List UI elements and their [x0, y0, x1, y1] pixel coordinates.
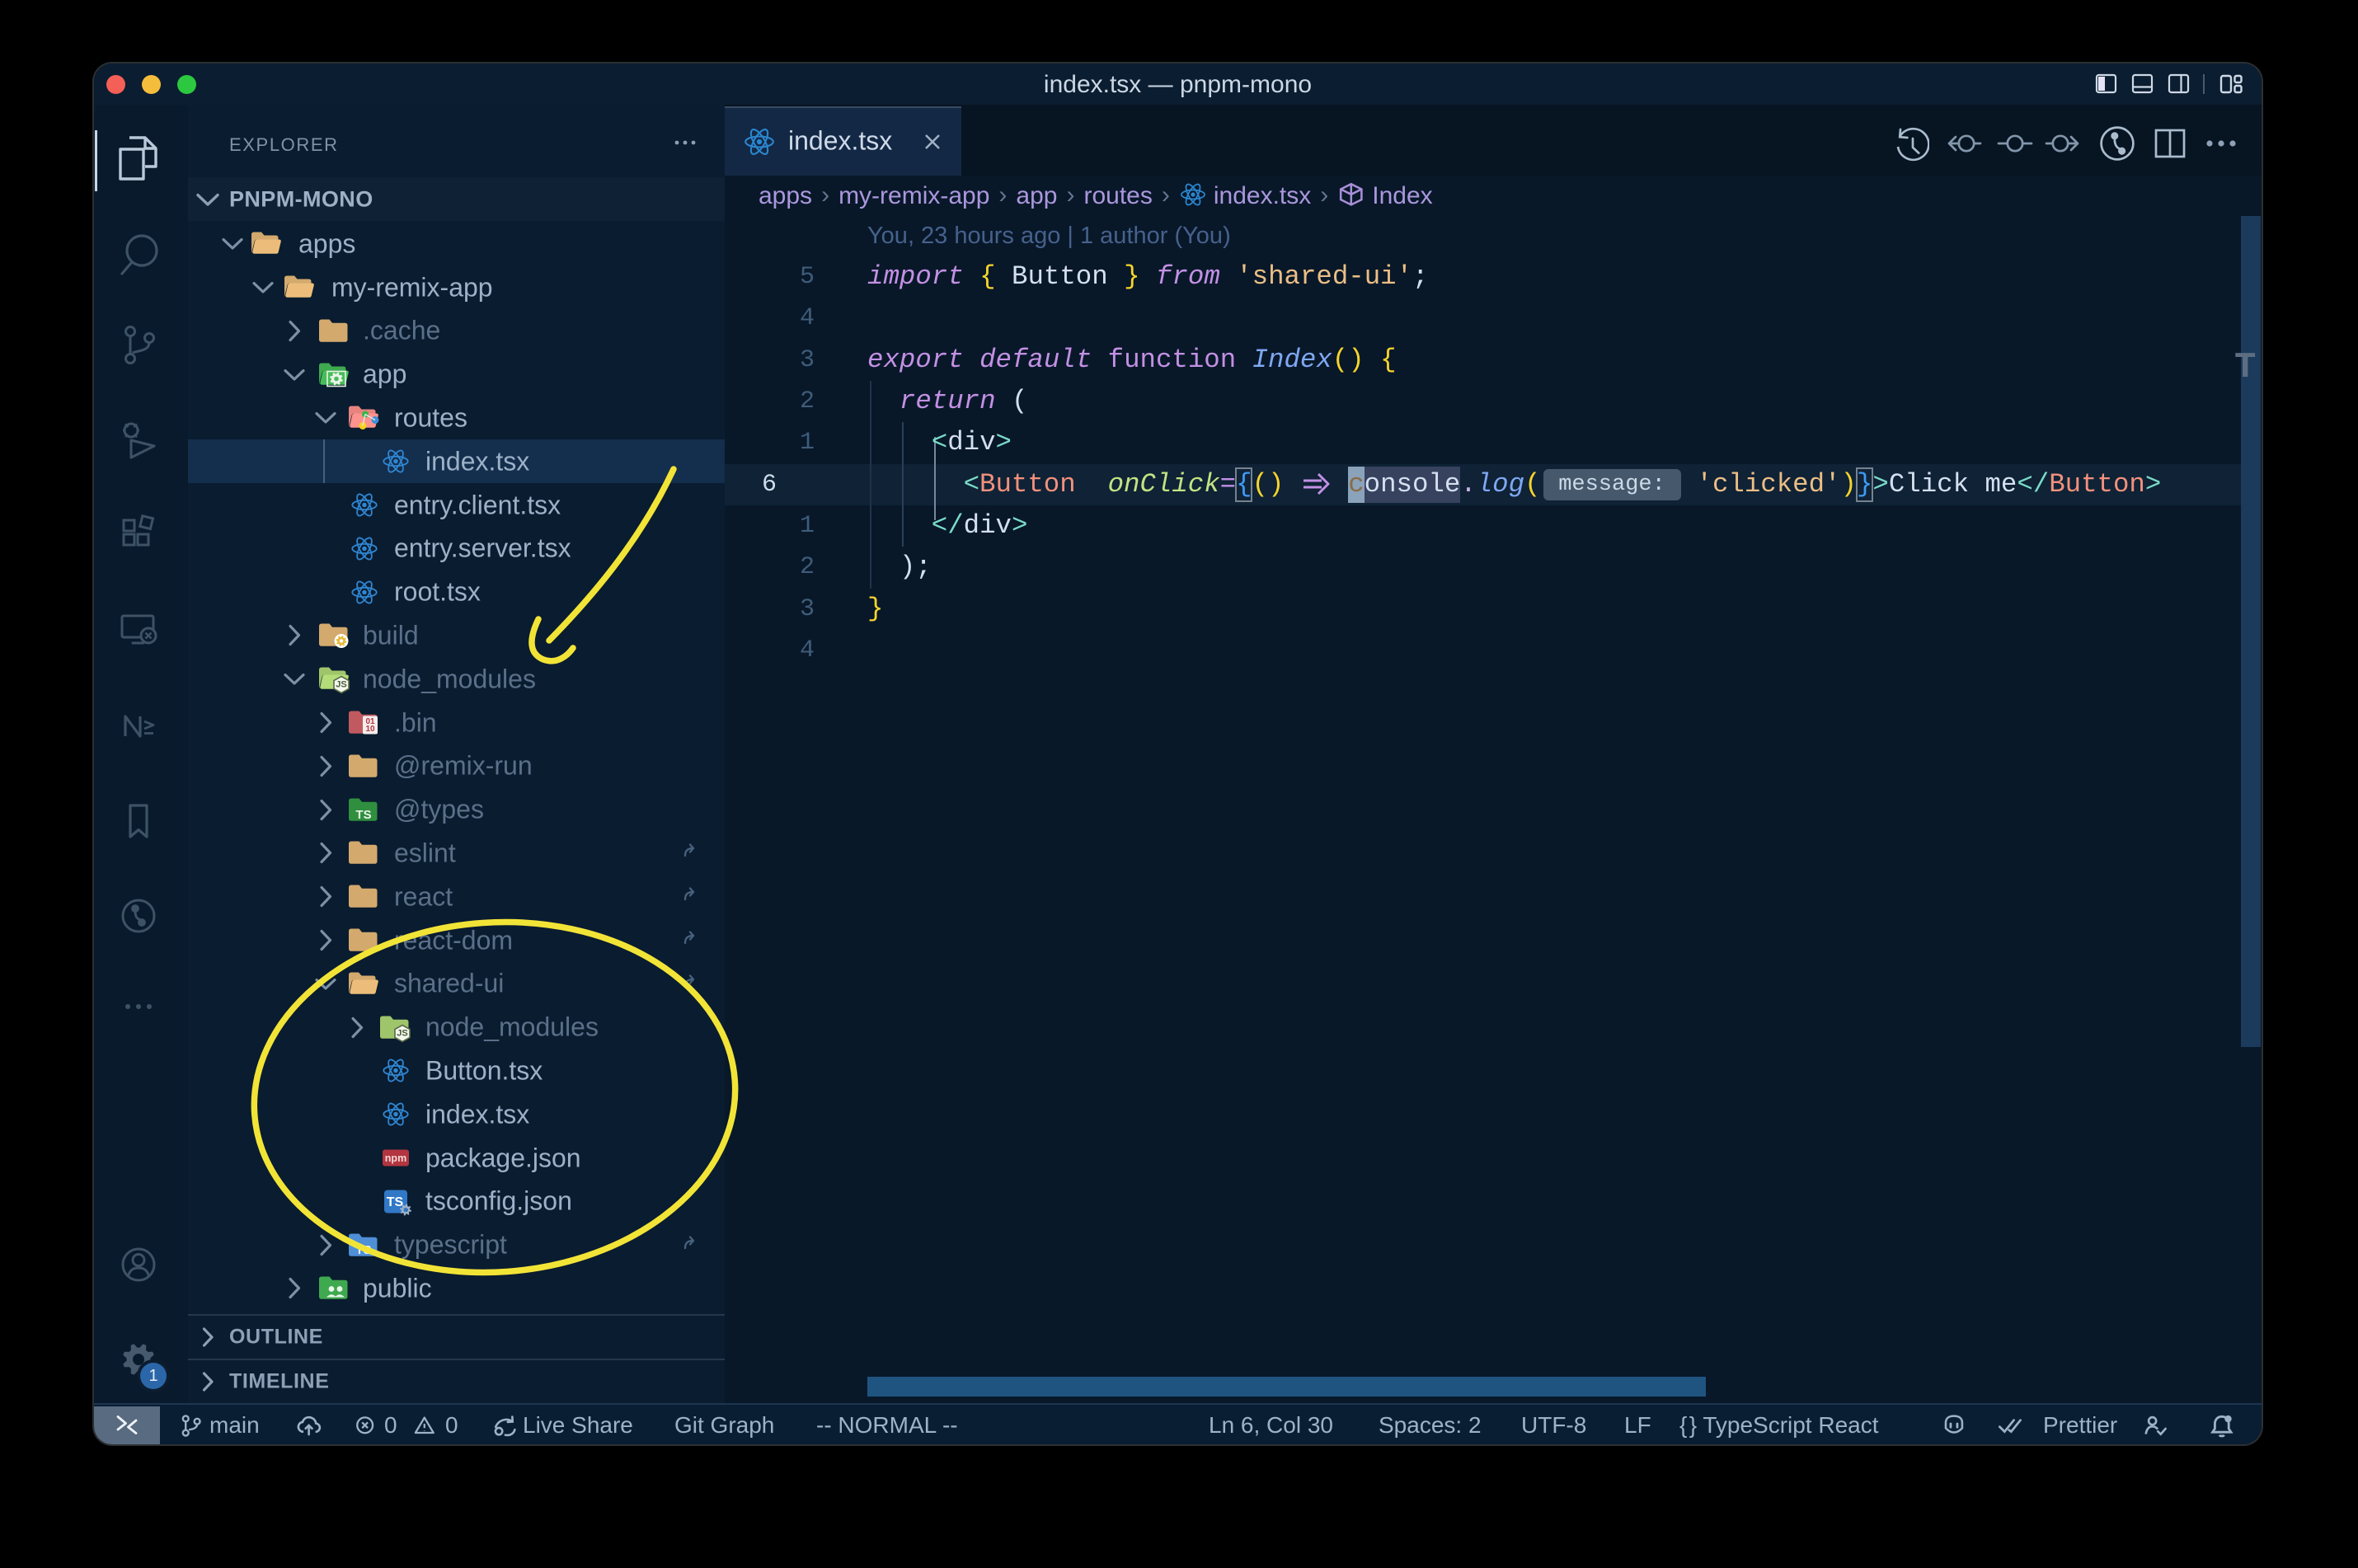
svg-text:10: 10 [365, 725, 375, 734]
svg-text:TS: TS [355, 808, 371, 822]
svg-text:TS: TS [355, 1243, 371, 1257]
svg-text:JS: JS [336, 680, 346, 690]
svg-text:JS: JS [397, 1028, 407, 1038]
svg-text:TS: TS [387, 1195, 404, 1209]
svg-text:npm: npm [385, 1153, 406, 1164]
